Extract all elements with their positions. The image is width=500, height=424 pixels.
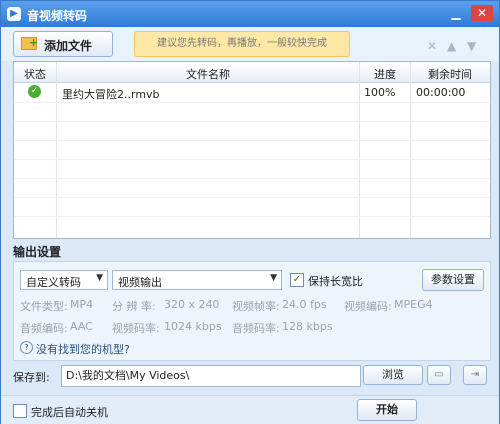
help-icon[interactable]: ?: [20, 341, 33, 354]
column-status[interactable]: 状态: [14, 66, 56, 82]
video-codec-value: MPEG4: [394, 298, 433, 311]
format-value: 视频输出: [118, 276, 162, 289]
row-divider: [14, 121, 490, 122]
file-name: 里约大冒险2..rmvb: [62, 88, 160, 101]
auto-shutdown-label: 完成后自动关机: [31, 406, 108, 419]
frame-rate-value: 24.0 fps: [282, 298, 327, 311]
file-type-value: MP4: [70, 298, 94, 311]
browse-button[interactable]: 浏览: [363, 365, 423, 385]
preset-select[interactable]: 自定义转码 ▼: [20, 270, 108, 290]
audio-bitrate-label: 音频码率:: [232, 322, 280, 335]
row-divider: [14, 178, 490, 179]
preset-value: 自定义转码: [26, 276, 81, 289]
notice-banner: 建议您先转码，再播放，一般较快完成: [134, 31, 350, 57]
params-settings-button[interactable]: 参数设置: [422, 269, 484, 291]
auto-shutdown-checkbox[interactable]: ✓: [13, 404, 27, 418]
resolution-value: 320 x 240: [164, 298, 220, 311]
table-header: 状态 文件名称 进度 剩余时间: [14, 62, 490, 83]
format-select[interactable]: 视频输出 ▼: [112, 270, 282, 290]
open-folder-icon[interactable]: ▭: [427, 365, 451, 385]
export-icon[interactable]: ⇥: [463, 365, 487, 385]
row-divider: [14, 197, 490, 198]
check-icon: ✓: [28, 85, 41, 98]
file-remaining: 00:00:00: [416, 86, 466, 99]
resolution-label: 分 辨 率:: [112, 300, 156, 313]
title-bar: ▶ 音视频转码 ▁ ✕: [1, 1, 499, 27]
file-table: 状态 文件名称 进度 剩余时间 ✓ 里约大冒险2..rmvb 100% 00:0…: [13, 61, 491, 239]
save-to-label: 保存到:: [13, 371, 50, 384]
column-filename[interactable]: 文件名称: [57, 66, 359, 82]
row-divider: [14, 159, 490, 160]
device-help-link[interactable]: 没有找到您的机型?: [36, 341, 130, 357]
output-settings-panel: 自定义转码 ▼ 视频输出 ▼ ✓ 保持长宽比 参数设置 文件类型: MP4 分 …: [13, 261, 491, 361]
table-row[interactable]: ✓ 里约大冒险2..rmvb 100% 00:00:00: [14, 83, 490, 101]
close-icon[interactable]: ✕: [471, 5, 493, 21]
video-codec-label: 视频编码:: [344, 300, 392, 313]
move-down-icon[interactable]: ▼: [467, 39, 476, 53]
start-button[interactable]: 开始: [357, 399, 417, 421]
file-progress: 100%: [364, 86, 396, 99]
keep-ratio-checkbox[interactable]: ✓: [290, 273, 304, 287]
column-progress[interactable]: 进度: [360, 66, 410, 82]
move-up-icon[interactable]: ▲: [447, 39, 456, 53]
audio-codec-value: AAC: [70, 320, 93, 333]
bottom-bar: ✓ 完成后自动关机 开始: [1, 395, 499, 424]
chevron-down-icon: ▼: [96, 273, 103, 283]
video-bitrate-value: 1024 kbps: [164, 320, 222, 333]
audio-bitrate-value: 128 kbps: [282, 320, 333, 333]
minimize-icon[interactable]: ▁: [447, 5, 465, 21]
row-divider: [14, 216, 490, 217]
toolbar: 添加文件 建议您先转码，再播放，一般较快完成 ✕ ▲ ▼: [1, 27, 499, 61]
column-remaining[interactable]: 剩余时间: [411, 66, 489, 82]
keep-ratio-label: 保持长宽比: [308, 275, 363, 288]
row-divider: [14, 140, 490, 141]
row-divider: [14, 102, 490, 103]
video-bitrate-label: 视频码率:: [112, 322, 160, 335]
app-icon: ▶: [7, 7, 21, 21]
file-type-label: 文件类型:: [20, 300, 68, 313]
frame-rate-label: 视频帧率:: [232, 300, 280, 313]
chevron-down-icon: ▼: [270, 273, 277, 283]
audio-codec-label: 音频编码:: [20, 322, 68, 335]
transcode-window: ▶ 音视频转码 ▁ ✕ 添加文件 建议您先转码，再播放，一般较快完成 ✕ ▲ ▼…: [0, 0, 500, 424]
window-title: 音视频转码: [27, 9, 88, 23]
add-file-button[interactable]: 添加文件: [13, 31, 113, 57]
output-settings-title: 输出设置: [13, 245, 62, 259]
add-folder-icon: [21, 36, 38, 50]
add-file-label: 添加文件: [44, 39, 93, 53]
save-path-input[interactable]: [61, 365, 361, 387]
remove-icon[interactable]: ✕: [427, 39, 437, 53]
